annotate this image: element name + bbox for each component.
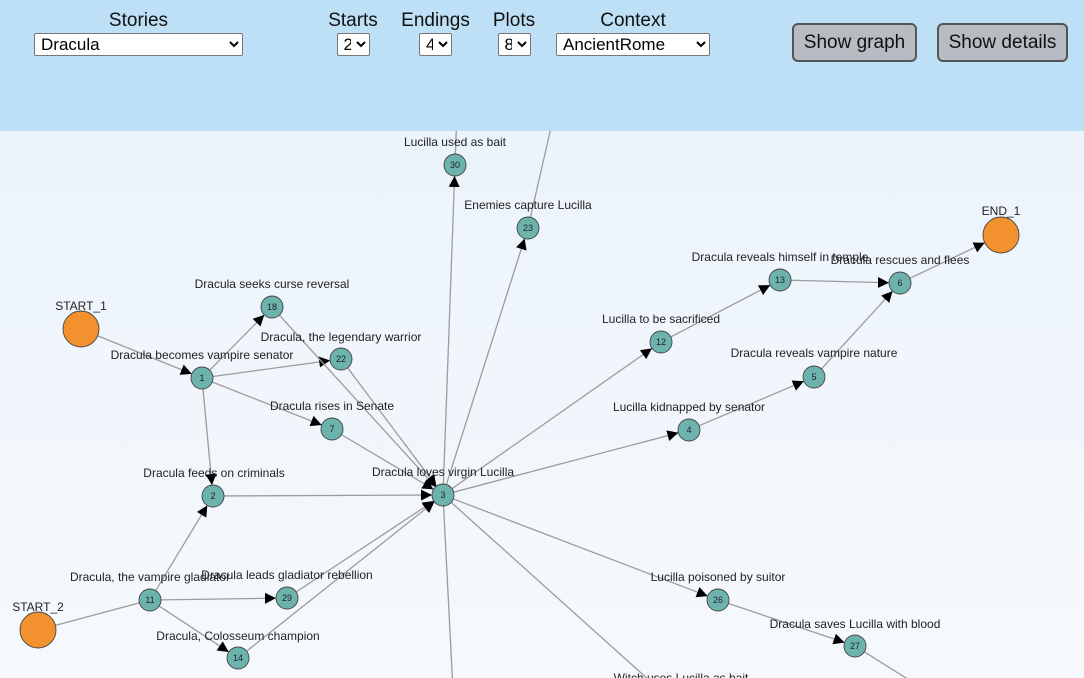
node-label: Lucilla to be sacrificed bbox=[602, 312, 720, 326]
node-label: Lucilla poisoned by suitor bbox=[651, 570, 786, 584]
node-n27[interactable]: 27 Dracula saves Lucilla with blood bbox=[770, 617, 941, 658]
node-number: 4 bbox=[686, 425, 691, 435]
node-number: 11 bbox=[145, 595, 154, 605]
node-label: Dracula reveals vampire nature bbox=[731, 346, 898, 360]
node-label: Witch uses Lucilla as bait bbox=[614, 671, 749, 678]
node-n1[interactable]: 1 Dracula becomes vampire senator bbox=[111, 348, 294, 390]
edge-n13-n6 bbox=[790, 276, 890, 288]
node-circle[interactable] bbox=[19, 611, 57, 649]
edge-n3-n30 bbox=[442, 175, 460, 485]
starts-select[interactable]: 2 bbox=[336, 33, 370, 56]
node-number: 3 bbox=[440, 490, 445, 500]
node-number: 7 bbox=[329, 424, 334, 434]
stories-control: Stories Dracula bbox=[34, 10, 243, 56]
node-number: 1 bbox=[199, 373, 204, 383]
context-control: Context AncientRome bbox=[556, 10, 710, 56]
node-number: 26 bbox=[713, 595, 723, 605]
node-n30[interactable]: 30 Lucilla used as bait bbox=[404, 135, 507, 177]
node-number: 12 bbox=[656, 337, 666, 347]
edge-START_2-n11 bbox=[55, 602, 140, 626]
node-number: 2 bbox=[210, 491, 215, 501]
node-number: 5 bbox=[811, 372, 816, 382]
node-END_1[interactable]: END_1 bbox=[982, 204, 1021, 254]
node-START_2[interactable]: START_2 bbox=[12, 600, 64, 649]
starts-control: Starts 2 bbox=[327, 10, 379, 56]
node-START_1[interactable]: START_1 bbox=[55, 299, 107, 348]
plots-label: Plots bbox=[492, 10, 536, 31]
edge-n2-n3 bbox=[223, 489, 433, 501]
node-circle[interactable] bbox=[982, 216, 1020, 254]
node-number: 29 bbox=[282, 593, 292, 603]
node-n14[interactable]: 14 Dracula, Colosseum champion bbox=[156, 629, 320, 670]
node-n13[interactable]: 13 Dracula reveals himself in temple bbox=[692, 250, 869, 292]
context-select[interactable]: AncientRome bbox=[556, 33, 710, 56]
plots-control: Plots 8 bbox=[490, 10, 538, 56]
node-n2[interactable]: 2 Dracula feeds on criminals bbox=[143, 466, 285, 508]
node-number: 14 bbox=[233, 653, 243, 663]
endings-control: Endings 4 bbox=[399, 10, 472, 56]
stories-select[interactable]: Dracula bbox=[34, 33, 243, 56]
node-n23[interactable]: 23 Enemies capture Lucilla bbox=[464, 198, 592, 240]
node-label: Dracula, Colosseum champion bbox=[156, 629, 319, 643]
node-label: Dracula leads gladiator rebellion bbox=[201, 568, 372, 582]
show-details-button[interactable]: Show details bbox=[937, 23, 1068, 62]
node-label: START_1 bbox=[55, 299, 107, 313]
node-n7[interactable]: 7 Dracula rises in Senate bbox=[270, 399, 394, 441]
edge-n11-n29 bbox=[160, 592, 277, 604]
node-number: 6 bbox=[897, 278, 902, 288]
node-label: Lucilla kidnapped by senator bbox=[613, 400, 765, 414]
edge-n7-n3 bbox=[341, 434, 434, 490]
node-circle[interactable] bbox=[62, 310, 100, 348]
node-number: 23 bbox=[523, 223, 533, 233]
node-label: Dracula reveals himself in temple bbox=[692, 250, 869, 264]
node-label: START_2 bbox=[12, 600, 64, 614]
node-n3[interactable]: 3 Dracula loves virgin Lucilla bbox=[372, 465, 514, 507]
toolbar: Stories Dracula Starts 2 Endings 4 Plots… bbox=[0, 0, 1084, 131]
node-number: 30 bbox=[450, 160, 460, 170]
cut-off-node-label: Witch uses Lucilla as bait bbox=[614, 671, 749, 678]
edge-n1-n22 bbox=[212, 356, 331, 378]
node-n29[interactable]: 29 Dracula leads gladiator rebellion bbox=[201, 568, 373, 610]
context-label: Context bbox=[600, 10, 666, 31]
nodes: START_1 START_2 END_1 1 Dracula becomes vamp… bbox=[12, 135, 1020, 678]
node-n12[interactable]: 12 Lucilla to be sacrificed bbox=[602, 312, 720, 354]
plots-select[interactable]: 8 bbox=[497, 33, 531, 56]
node-label: Dracula feeds on criminals bbox=[143, 466, 284, 480]
node-label: Dracula saves Lucilla with blood bbox=[770, 617, 941, 631]
node-n26[interactable]: 26 Lucilla poisoned by suitor bbox=[651, 570, 786, 612]
edge-n27-offBottom27 bbox=[863, 651, 908, 678]
stories-label: Stories bbox=[108, 10, 169, 31]
node-number: 13 bbox=[775, 275, 785, 285]
edge-n12-n13 bbox=[670, 284, 771, 338]
node-label: Dracula, the legendary warrior bbox=[261, 330, 422, 344]
node-label: Dracula becomes vampire senator bbox=[111, 348, 294, 362]
node-n4[interactable]: 4 Lucilla kidnapped by senator bbox=[613, 400, 765, 442]
node-label: Dracula loves virgin Lucilla bbox=[372, 465, 514, 479]
node-label: Dracula seeks curse reversal bbox=[195, 277, 350, 291]
node-label: Dracula rises in Senate bbox=[270, 399, 394, 413]
starts-label: Starts bbox=[328, 10, 378, 31]
node-number: 22 bbox=[336, 354, 346, 364]
edges bbox=[55, 109, 986, 678]
endings-select[interactable]: 4 bbox=[419, 33, 452, 56]
node-number: 18 bbox=[267, 302, 277, 312]
node-n5[interactable]: 5 Dracula reveals vampire nature bbox=[731, 346, 898, 389]
node-n18[interactable]: 18 Dracula seeks curse reversal bbox=[195, 277, 350, 319]
show-graph-button[interactable]: Show graph bbox=[792, 23, 917, 62]
node-label: Enemies capture Lucilla bbox=[464, 198, 592, 212]
node-number: 27 bbox=[850, 641, 860, 651]
edge-n3-offBottomRight bbox=[450, 501, 648, 678]
edge-n3-offBottom bbox=[442, 505, 454, 678]
node-label: END_1 bbox=[982, 204, 1021, 218]
node-label: Lucilla used as bait bbox=[404, 135, 507, 149]
edge-n3-n23 bbox=[445, 238, 527, 485]
edge-n3-n4 bbox=[453, 430, 679, 493]
endings-label: Endings bbox=[401, 10, 470, 31]
